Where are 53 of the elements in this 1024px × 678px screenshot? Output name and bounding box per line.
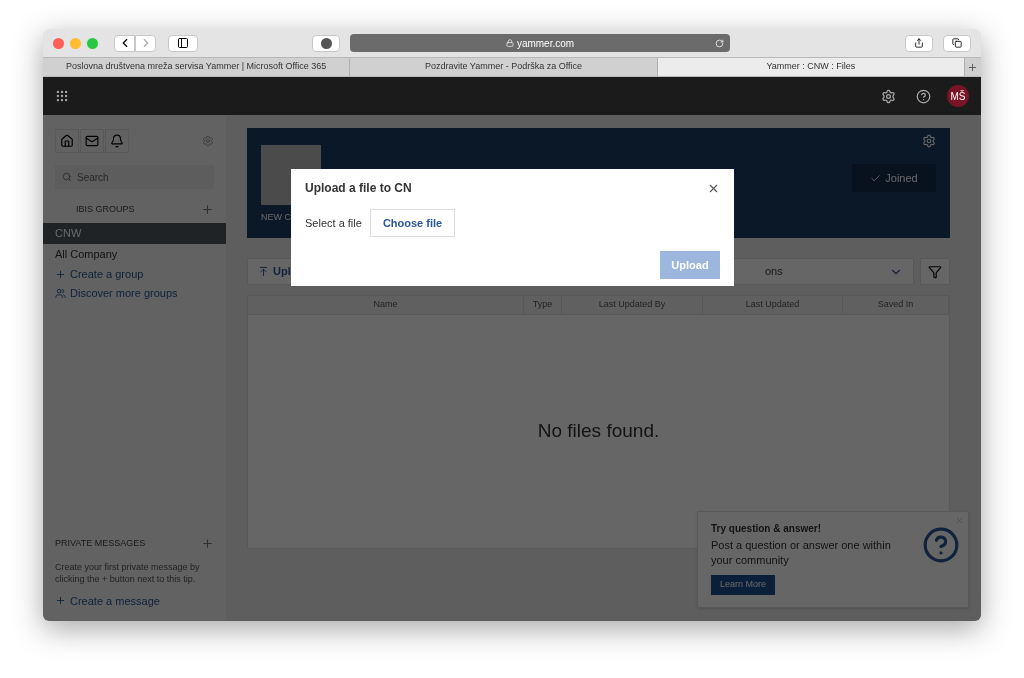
filter-icon — [928, 264, 942, 279]
lock-icon — [505, 39, 514, 47]
tip-title: Try question & answer! — [711, 522, 823, 536]
sidebar-toggle-button[interactable] — [168, 34, 198, 52]
tip-body: Post a question or answer one within your community — [711, 538, 892, 568]
reload-icon[interactable] — [715, 38, 724, 48]
home-icon — [60, 134, 74, 148]
home-button[interactable] — [55, 129, 79, 153]
check-icon — [870, 172, 882, 184]
add-message-icon[interactable] — [201, 537, 214, 551]
plus-icon — [55, 595, 66, 607]
empty-message: No files found. — [537, 419, 660, 444]
people-icon — [55, 287, 66, 299]
tabs-overview-button[interactable] — [943, 34, 971, 52]
user-avatar[interactable]: MŠ — [947, 85, 969, 107]
mail-icon — [85, 134, 99, 148]
extension-button[interactable] — [312, 34, 340, 52]
create-message-link[interactable]: Create a message — [70, 592, 160, 609]
choose-file-button[interactable]: Choose file — [369, 209, 456, 237]
bell-icon — [110, 134, 124, 148]
column-header[interactable]: Name — [248, 296, 524, 314]
share-icon — [914, 38, 924, 48]
tabs-icon — [952, 38, 962, 48]
inbox-button[interactable] — [80, 129, 104, 153]
groups-heading: IBIS GROUPS — [76, 203, 135, 216]
sidebar-icon — [177, 37, 189, 49]
group-item[interactable]: CNW — [43, 222, 226, 244]
address-bar[interactable]: yammer.com — [350, 34, 730, 52]
maximize-window-icon[interactable] — [87, 37, 98, 49]
app-launcher-icon[interactable] — [55, 89, 69, 103]
select-file-label: Select a file — [305, 215, 362, 231]
back-button[interactable] — [114, 34, 135, 52]
share-button[interactable] — [905, 34, 933, 52]
sidebar-link[interactable]: Create a group — [70, 265, 144, 283]
messages-heading: PRIVATE MESSAGES — [55, 537, 146, 550]
settings-icon[interactable] — [881, 88, 896, 104]
close-window-icon[interactable] — [53, 37, 64, 49]
filter-button[interactable] — [920, 258, 950, 285]
joined-button[interactable]: Joined — [852, 164, 936, 192]
learn-more-button[interactable]: Learn More — [711, 575, 776, 595]
plus-icon — [967, 61, 979, 73]
sidebar-link[interactable]: Discover more groups — [70, 284, 178, 302]
search-icon — [62, 172, 72, 182]
notifications-button[interactable] — [105, 129, 129, 153]
plus-icon — [55, 268, 66, 280]
browser-tab[interactable]: Yammer : CNW : Files — [657, 58, 965, 76]
banner-caption: NEW C — [261, 210, 291, 224]
help-icon[interactable] — [916, 88, 931, 104]
add-group-icon[interactable] — [201, 203, 214, 217]
dialog-title: Upload a file to CN — [305, 180, 412, 197]
upload-icon — [258, 266, 269, 277]
column-header[interactable]: Type — [524, 296, 562, 314]
address-text: yammer.com — [516, 36, 575, 51]
